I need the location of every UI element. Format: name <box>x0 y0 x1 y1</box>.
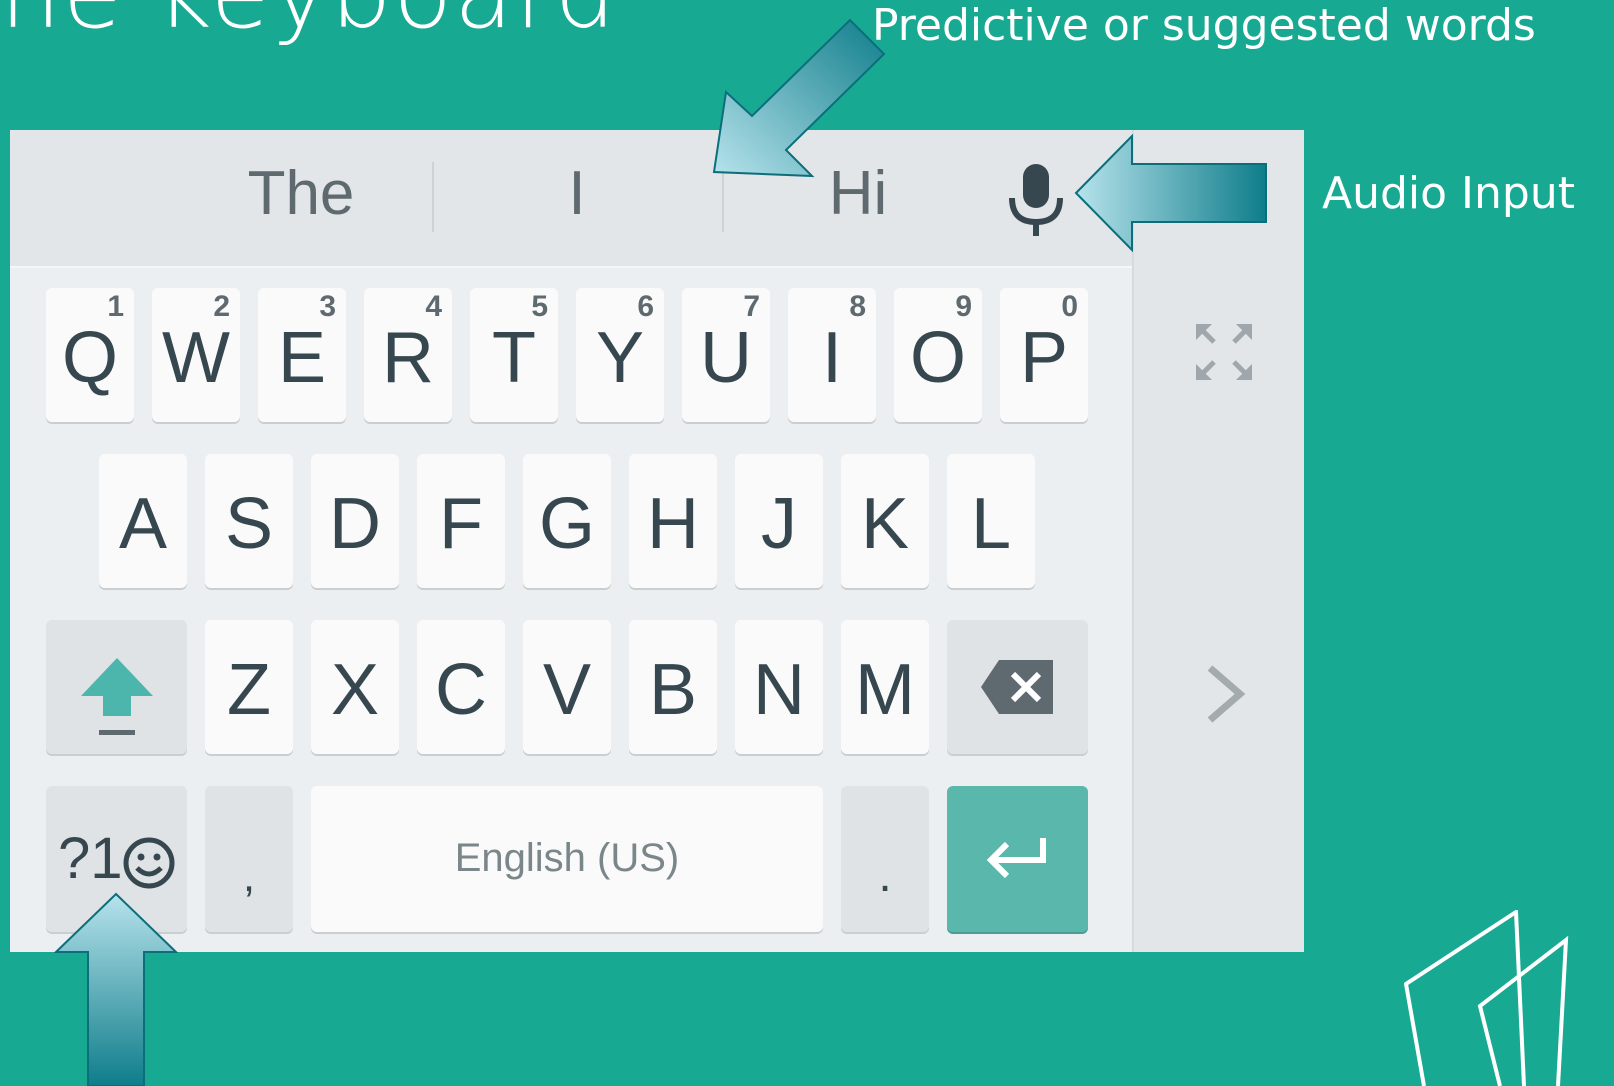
key-label: L <box>970 484 1012 564</box>
shift-key[interactable] <box>46 620 187 754</box>
audio-input-label: Audio Input <box>1322 168 1575 219</box>
period-key[interactable]: . <box>841 786 929 932</box>
key-l[interactable]: L <box>947 454 1035 588</box>
key-x[interactable]: X <box>311 620 399 754</box>
key-label: R <box>382 318 434 398</box>
enter-icon <box>986 838 1046 879</box>
key-label: G <box>538 484 595 564</box>
key-label: P <box>1019 318 1069 398</box>
key-o[interactable]: 9O <box>894 288 982 422</box>
shift-arrow-icon <box>81 658 153 735</box>
keys-area: 1Q 2W 3E 4R 5T 6Y 7U 8I 9O 0P A S D F G … <box>10 268 1132 952</box>
smiley-icon <box>123 837 175 889</box>
key-label: F <box>439 484 483 564</box>
key-label: O <box>909 318 966 398</box>
backspace-key[interactable] <box>947 620 1088 754</box>
key-g[interactable]: G <box>523 454 611 588</box>
expand-icon[interactable] <box>1194 322 1254 382</box>
key-label: Z <box>227 650 271 730</box>
key-k[interactable]: K <box>841 454 929 588</box>
suggestion-word-1[interactable]: The <box>170 158 432 229</box>
key-label: S <box>224 484 274 564</box>
key-label: W <box>162 318 230 398</box>
predictive-words-label: Predictive or suggested words <box>872 0 1536 51</box>
arrow-to-suggestions <box>712 18 886 178</box>
key-s[interactable]: S <box>205 454 293 588</box>
key-e[interactable]: 3E <box>258 288 346 422</box>
space-bar-label: English (US) <box>454 836 680 880</box>
suggestion-word-2[interactable]: I <box>432 158 722 229</box>
symbols-label: ?1 <box>58 826 123 891</box>
key-label: U <box>700 318 752 398</box>
logo-icon <box>1404 910 1569 1086</box>
key-label: Q <box>61 318 118 398</box>
key-f[interactable]: F <box>417 454 505 588</box>
key-y[interactable]: 6Y <box>576 288 664 422</box>
key-z[interactable]: Z <box>205 620 293 754</box>
key-label: X <box>330 650 380 730</box>
backspace-icon <box>981 660 1053 714</box>
slide-title: he keyboard <box>0 0 618 50</box>
key-label: C <box>435 650 487 730</box>
key-v[interactable]: V <box>523 620 611 754</box>
comma-key[interactable]: , <box>205 786 293 932</box>
arrow-to-microphone <box>1074 134 1267 252</box>
key-b[interactable]: B <box>629 620 717 754</box>
key-r[interactable]: 4R <box>364 288 452 422</box>
suggestion-strip: The I Hi <box>10 130 1132 268</box>
key-d[interactable]: D <box>311 454 399 588</box>
key-a[interactable]: A <box>99 454 187 588</box>
key-m[interactable]: M <box>841 620 929 754</box>
key-label: E <box>277 318 327 398</box>
space-bar[interactable]: English (US) <box>311 786 823 932</box>
arrow-to-symbols-key <box>54 892 178 1086</box>
key-i[interactable]: 8I <box>788 288 876 422</box>
enter-key[interactable] <box>947 786 1088 932</box>
key-label: V <box>542 650 592 730</box>
onscreen-keyboard: The I Hi 1Q 2W 3E 4R 5 T 6 Y 7 U 8 I 9 O… <box>10 130 1304 952</box>
key-label: . <box>878 849 892 902</box>
key-w[interactable]: 2W <box>152 288 240 422</box>
key-c[interactable]: C <box>417 620 505 754</box>
chevron-right-icon[interactable] <box>1204 664 1248 724</box>
key-label: J <box>761 484 797 564</box>
key-t[interactable]: 5T <box>470 288 558 422</box>
key-label: B <box>648 650 698 730</box>
key-label: N <box>753 650 805 730</box>
microphone-icon[interactable] <box>1006 162 1066 238</box>
key-label: T <box>492 318 536 398</box>
key-label: Y <box>595 318 645 398</box>
key-label: A <box>118 484 168 564</box>
key-label: I <box>821 318 842 398</box>
keyboard-side-panel <box>1132 130 1304 952</box>
key-p[interactable]: 0P <box>1000 288 1088 422</box>
key-label: K <box>860 484 910 564</box>
key-q[interactable]: 1Q <box>46 288 134 422</box>
key-label: M <box>855 650 915 730</box>
key-h[interactable]: H <box>629 454 717 588</box>
key-n[interactable]: N <box>735 620 823 754</box>
key-label: , <box>242 852 256 901</box>
key-u[interactable]: 7U <box>682 288 770 422</box>
key-label: D <box>329 484 381 564</box>
key-label: H <box>647 484 699 564</box>
key-j[interactable]: J <box>735 454 823 588</box>
